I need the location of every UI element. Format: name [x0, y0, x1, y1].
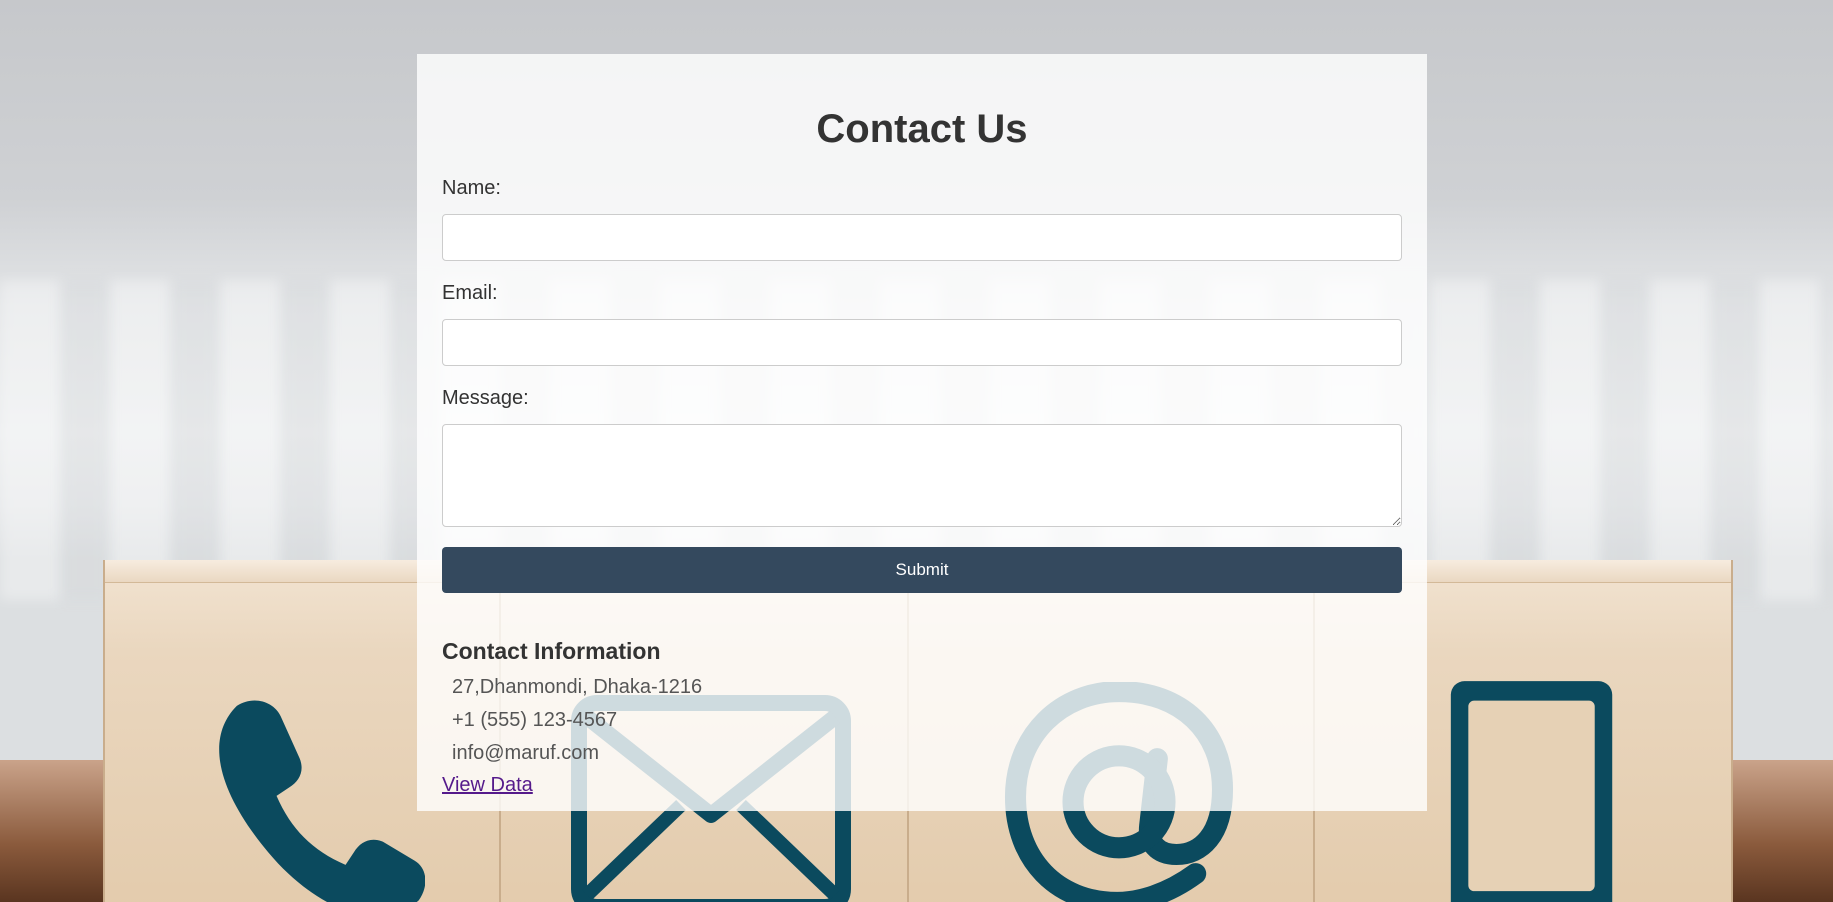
phone-icon [219, 700, 425, 902]
message-label: Message: [442, 387, 529, 409]
contact-info-title: Contact Information [442, 638, 661, 664]
mobile-icon [1450, 681, 1613, 902]
message-textarea[interactable] [442, 424, 1402, 527]
contact-form-card: Contact Us Name: Email: Message: Submit … [417, 54, 1427, 811]
contact-address: 27,Dhanmondi, Dhaka-1216 [452, 676, 703, 698]
name-label: Name: [442, 177, 501, 199]
email-input[interactable] [442, 319, 1402, 366]
contact-info-list: 27,Dhanmondi, Dhaka-1216 +1 (555) 123-45… [442, 671, 1402, 770]
contact-email: info@maruf.com [452, 742, 600, 764]
page-title: Contact Us [816, 107, 1028, 151]
view-data-link[interactable]: View Data [442, 770, 533, 800]
name-input[interactable] [442, 214, 1402, 261]
email-label: Email: [442, 282, 498, 304]
contact-phone: +1 (555) 123-4567 [452, 709, 618, 731]
submit-button[interactable]: Submit [442, 547, 1402, 593]
